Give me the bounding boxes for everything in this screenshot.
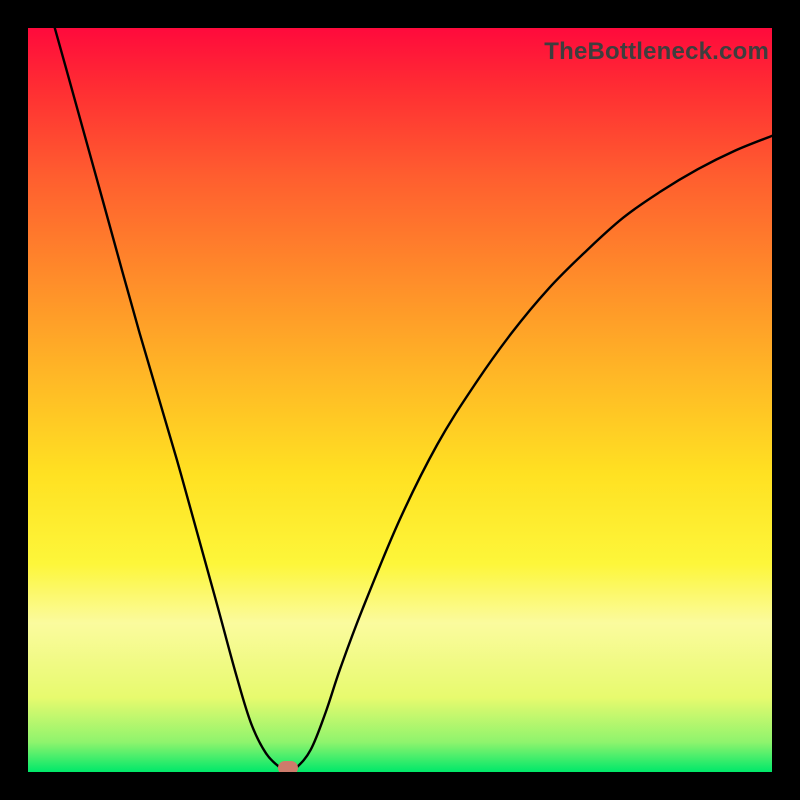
plot-area: TheBottleneck.com [28, 28, 772, 772]
chart-frame: TheBottleneck.com [0, 0, 800, 800]
bottleneck-curve [28, 28, 772, 772]
min-marker [278, 761, 298, 772]
